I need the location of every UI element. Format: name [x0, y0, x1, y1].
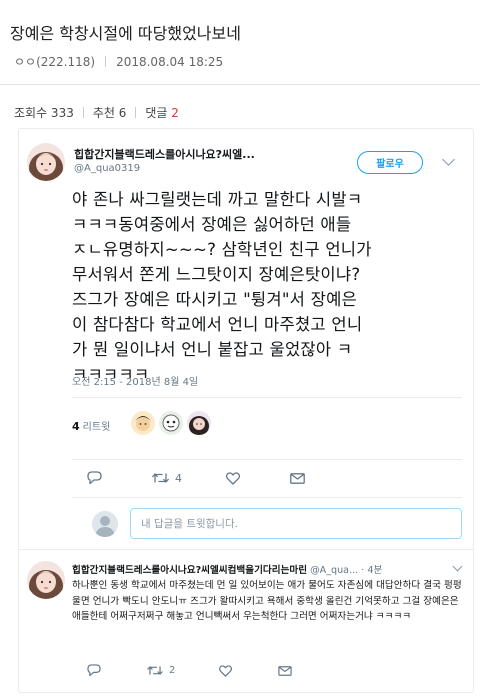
retweet-icon	[147, 666, 163, 675]
retweeter-avatar[interactable]	[159, 411, 183, 435]
reply-icon	[87, 664, 101, 677]
post-datetime: 2018.08.04 18:25	[116, 55, 224, 69]
divider	[82, 107, 84, 118]
reply-input[interactable]: 내 답글을 트윗합니다.	[130, 508, 462, 539]
divider	[19, 549, 473, 550]
comments-label[interactable]: 댓글	[145, 106, 167, 120]
tweet-actions: 4	[87, 471, 305, 485]
reply-retweet-count: 2	[169, 665, 176, 676]
reply-button[interactable]	[87, 664, 101, 677]
divider	[72, 459, 462, 460]
divider	[105, 56, 107, 67]
reply-avatar[interactable]	[27, 561, 65, 599]
likes-count: 추천 6	[92, 106, 127, 120]
tweet-display-name[interactable]: 힙합간지블랙드레스를아시나요?씨엘...	[74, 146, 255, 162]
reply-text: 하나뿐인 동생 학교에서 마주쳤는데 먼 일 있어보이는 애가 물어도 자존심에…	[72, 580, 462, 622]
divider	[135, 107, 137, 118]
reply-display-name: 힙합간지블랙드레스를아시나요?씨엘씨컴백을기다리는마린	[72, 565, 308, 576]
retweet-button[interactable]: 2	[147, 665, 175, 676]
retweet-label: 리트윗	[82, 422, 111, 433]
chevron-down-icon[interactable]	[452, 561, 463, 572]
avatar[interactable]	[27, 143, 65, 181]
retweeter-avatar[interactable]	[131, 411, 155, 435]
retweet-icon	[152, 473, 169, 483]
reply-icon	[87, 471, 102, 485]
my-avatar	[92, 511, 118, 537]
retweeter-avatar[interactable]	[187, 411, 211, 435]
comments-count[interactable]: 2	[171, 106, 179, 120]
embedded-tweet: 힙합간지블랙드레스를아시나요?씨엘... @A_qua0319 팔로우 야 존나…	[18, 128, 474, 693]
envelope-icon	[290, 472, 305, 484]
direct-message-button[interactable]	[290, 472, 305, 484]
heart-icon	[219, 664, 233, 677]
chevron-down-icon[interactable]	[442, 153, 455, 166]
tweet-handle[interactable]: @A_qua0319	[74, 163, 140, 174]
reply-actions: 2	[87, 664, 293, 677]
direct-message-button[interactable]	[278, 665, 293, 676]
retweet-button[interactable]: 4	[152, 472, 182, 485]
follow-button[interactable]: 팔로우	[357, 151, 423, 174]
post-author[interactable]: ㅇㅇ(222.118)	[14, 55, 95, 69]
post-title: 장예은 학창시절에 따당했었나보네	[10, 24, 241, 43]
like-button[interactable]	[226, 471, 246, 485]
retweet-action-count: 4	[175, 471, 182, 485]
divider	[72, 497, 462, 498]
heart-icon	[226, 471, 240, 485]
header-divider	[0, 84, 480, 85]
reply-handle: @A_qua... · 4분	[310, 565, 383, 576]
like-button[interactable]	[219, 664, 233, 677]
retweet-stats[interactable]: 4 리트윗	[72, 418, 110, 433]
tweet-time[interactable]: 오전 2:15 - 2018년 8월 4일	[72, 373, 198, 388]
divider	[72, 397, 462, 398]
views-count: 조회수 333	[14, 106, 74, 120]
retweet-count: 4	[72, 420, 80, 433]
post-stats: 조회수 333 추천 6 댓글 2	[14, 104, 179, 121]
tweet-text: 야 존나 싸그릴랫는데 까고 말한다 시발ㅋ ㅋㅋㅋ동여중에서 장예은 싫어하던…	[72, 190, 372, 384]
reply-author[interactable]: 힙합간지블랙드레스를아시나요?씨엘씨컴백을기다리는마린 @A_qua... · 4…	[72, 562, 382, 576]
envelope-icon	[278, 665, 293, 676]
post-meta: ㅇㅇ(222.118) 2018.08.04 18:25	[14, 53, 223, 70]
retweeter-avatars	[131, 411, 211, 435]
reply-button[interactable]	[87, 471, 108, 485]
